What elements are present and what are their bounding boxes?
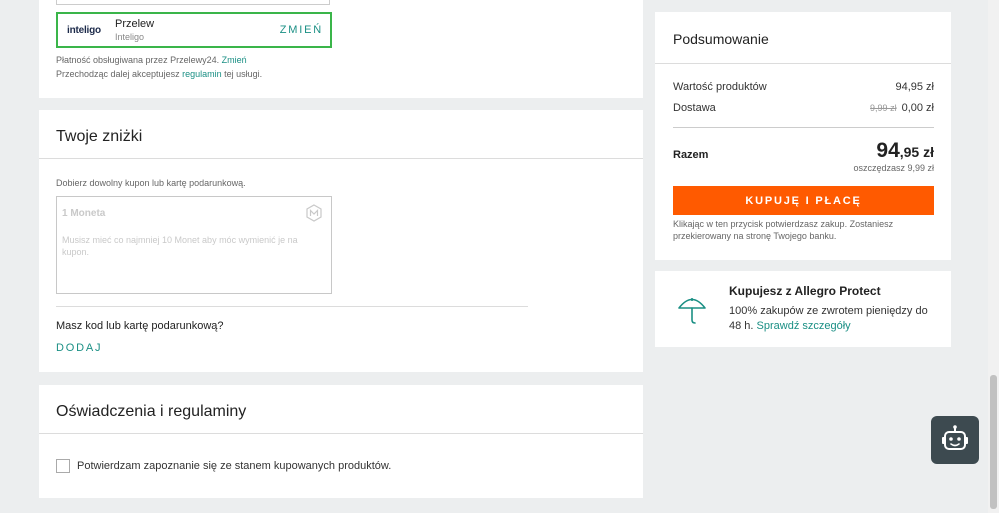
confirm-checkbox[interactable] [56,459,70,473]
discounts-hint: Dobierz dowolny kupon lub kartę podarunk… [56,178,246,188]
robot-icon [942,425,968,450]
payment-method-bank: Inteligo [115,32,145,42]
delivery-old-price: 9,99 zł [870,103,897,113]
divider [39,433,643,434]
previous-payment-option[interactable] [56,0,330,5]
total-price: 94,95 zł [876,139,934,163]
delivery-price: 0,00 zł [901,102,934,114]
inteligo-logo: inteligo [67,25,101,36]
buy-note: Klikając w ten przycisk potwierdzasz zak… [673,219,894,241]
products-value: 94,95 zł [895,81,934,93]
change-payment-button[interactable]: ZMIEŃ [280,24,323,36]
summary-title: Podsumowanie [673,31,769,47]
umbrella-icon [678,298,706,324]
payment-handled-note: Płatność obsługiwana przez Przelewy24. Z… [56,55,247,65]
scrollbar-thumb[interactable] [990,375,997,509]
have-code-label: Masz kod lub kartę podarunkową? [56,320,224,332]
protect-description: 100% zakupów ze zwrotem pieniędzy do 48 … [729,304,941,334]
payment-section: inteligo Przelew Inteligo ZMIEŃ Płatność… [39,0,643,98]
statements-section: Oświadczenia i regulaminy Potwierdzam za… [39,385,643,498]
coin-icon [306,204,322,222]
delivery-label: Dostawa [673,102,716,114]
payment-handled-text: Płatność obsługiwana przez Przelewy24. [56,55,220,65]
total-price-int: 94 [876,139,900,162]
coupon-card[interactable]: 1 Moneta Musisz mieć co najmniej 10 Mone… [56,196,332,294]
order-summary: Podsumowanie Wartość produktów 94,95 zł … [655,12,951,260]
change-provider-link[interactable]: Zmień [222,55,247,65]
allegro-protect-card: Kupujesz z Allegro Protect 100% zakupów … [655,271,951,347]
terms-note: Przechodząc dalej akceptujesz regulamin … [56,69,262,79]
confirm-checkbox-label[interactable]: Potwierdzam zapoznanie się ze stanem kup… [77,460,391,472]
divider [56,306,528,307]
discounts-title: Twoje zniżki [56,128,143,145]
add-code-button[interactable]: DODAJ [56,342,102,354]
terms-link[interactable]: regulamin [182,69,222,79]
coupon-title: 1 Moneta [62,208,106,219]
discounts-section: Twoje zniżki Dobierz dowolny kupon lub k… [39,110,643,372]
total-price-fraction: ,95 zł [899,144,934,160]
statements-title: Oświadczenia i regulaminy [56,403,247,420]
chatbot-button[interactable] [931,416,979,464]
delivery-value-row: 9,99 zł 0,00 zł [870,102,934,114]
payment-method-title: Przelew [115,18,155,30]
divider [673,127,934,128]
page-scrollbar[interactable] [988,0,999,513]
terms-suffix: tej usługi. [224,69,263,79]
selected-payment-option[interactable]: inteligo Przelew Inteligo ZMIEŃ [56,12,332,48]
buy-and-pay-button[interactable]: KUPUJĘ I PŁACĘ [673,186,934,215]
savings-label: oszczędzasz 9,99 zł [853,163,934,173]
products-value-label: Wartość produktów [673,81,767,93]
protect-details-link[interactable]: Sprawdź szczegóły [757,320,851,332]
protect-title: Kupujesz z Allegro Protect [729,284,881,298]
divider [39,158,643,159]
terms-prefix: Przechodząc dalej akceptujesz [56,69,180,79]
coupon-description: Musisz mieć co najmniej 10 Monet aby móc… [62,235,298,257]
divider [655,63,951,64]
total-label: Razem [673,149,709,161]
